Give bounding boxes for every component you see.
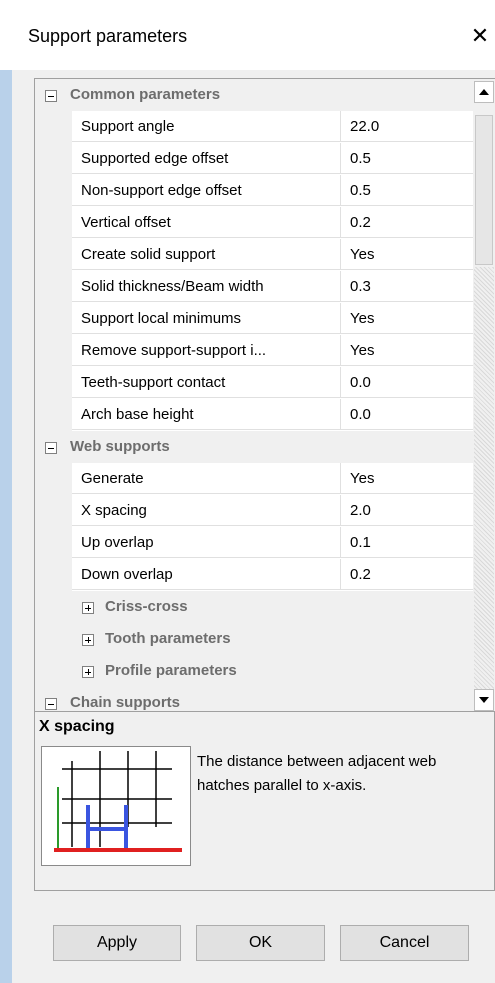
property-name: Arch base height: [72, 399, 340, 430]
vertical-scrollbar[interactable]: [473, 78, 495, 711]
property-row[interactable]: Vertical offset 0.2: [35, 207, 474, 239]
property-value[interactable]: Yes: [340, 239, 474, 270]
close-button[interactable]: ✕: [465, 18, 495, 54]
category-label: Chain supports: [70, 694, 181, 711]
property-name: Create solid support: [72, 239, 340, 270]
property-value[interactable]: 0.1: [340, 527, 474, 558]
window-title: Support parameters: [28, 26, 188, 46]
property-value[interactable]: 0.2: [340, 559, 474, 590]
dialog-frame: Common parameters Support angle 22.0 Sup…: [0, 70, 495, 983]
property-value[interactable]: 0.0: [340, 367, 474, 398]
row-gutter: [35, 463, 72, 495]
collapse-minus-icon[interactable]: [45, 90, 57, 102]
scroll-up-button[interactable]: [474, 81, 494, 103]
help-illustration: [41, 746, 191, 866]
property-name: Down overlap: [72, 559, 340, 590]
expand-plus-icon[interactable]: [82, 602, 94, 614]
help-description: The distance between adjacent web hatche…: [197, 753, 437, 794]
property-value[interactable]: 0.5: [340, 143, 474, 174]
property-name: Vertical offset: [72, 207, 340, 238]
property-name: Up overlap: [72, 527, 340, 558]
property-row[interactable]: Create solid support Yes: [35, 239, 474, 271]
scroll-down-button[interactable]: [474, 689, 494, 711]
property-name: Generate: [72, 463, 340, 494]
category-label: Common parameters: [70, 86, 221, 103]
property-value[interactable]: Yes: [340, 463, 474, 494]
property-value[interactable]: 22.0: [340, 111, 474, 142]
row-gutter: [35, 303, 72, 335]
scroll-thumb[interactable]: [475, 115, 493, 265]
row-gutter: [35, 527, 72, 559]
property-value[interactable]: 0.3: [340, 271, 474, 302]
apply-button[interactable]: Apply: [53, 925, 181, 961]
property-name: Support local minimums: [72, 303, 340, 334]
property-name: Remove support-support i...: [72, 335, 340, 366]
dialog-client: Common parameters Support angle 22.0 Sup…: [12, 70, 495, 983]
row-gutter: [35, 367, 72, 399]
subcategory-label: Tooth parameters: [105, 630, 231, 647]
subcategory-label: Profile parameters: [105, 662, 237, 679]
property-value[interactable]: 2.0: [340, 495, 474, 526]
property-row[interactable]: Non-support edge offset 0.5: [35, 175, 474, 207]
property-value[interactable]: Yes: [340, 335, 474, 366]
expand-plus-icon[interactable]: [82, 666, 94, 678]
title-bar: Support parameters ✕: [0, 0, 495, 70]
property-name: Solid thickness/Beam width: [72, 271, 340, 302]
category-common-parameters[interactable]: Common parameters: [35, 79, 474, 111]
property-row[interactable]: Up overlap 0.1: [35, 527, 474, 559]
property-value[interactable]: 0.5: [340, 175, 474, 206]
scroll-down-arrow-icon: [479, 697, 489, 703]
row-gutter: [35, 495, 72, 527]
property-row[interactable]: Teeth-support contact 0.0: [35, 367, 474, 399]
category-web-supports[interactable]: Web supports: [35, 431, 474, 463]
close-icon: ✕: [470, 23, 490, 48]
subcategory-profile-parameters[interactable]: Profile parameters: [35, 655, 474, 687]
row-gutter: [35, 271, 72, 303]
property-grid: Common parameters Support angle 22.0 Sup…: [34, 78, 474, 711]
property-name: X spacing: [72, 495, 340, 526]
subcategory-tooth-parameters[interactable]: Tooth parameters: [35, 623, 474, 655]
web-hatch-diagram-icon: [54, 751, 182, 852]
row-gutter: [35, 399, 72, 431]
help-panel: X spacing The distance between adjacent …: [34, 711, 495, 891]
scroll-up-arrow-icon: [479, 89, 489, 95]
row-gutter: [35, 111, 72, 143]
row-gutter: [35, 207, 72, 239]
property-name: Supported edge offset: [72, 143, 340, 174]
cancel-button[interactable]: Cancel: [340, 925, 469, 961]
property-row[interactable]: Remove support-support i... Yes: [35, 335, 474, 367]
property-value[interactable]: 0.2: [340, 207, 474, 238]
help-title: X spacing: [39, 718, 115, 735]
property-value[interactable]: Yes: [340, 303, 474, 334]
row-gutter: [35, 335, 72, 367]
property-row[interactable]: X spacing 2.0: [35, 495, 474, 527]
collapse-minus-icon[interactable]: [45, 442, 57, 454]
collapse-minus-icon[interactable]: [45, 698, 57, 710]
property-row[interactable]: Support local minimums Yes: [35, 303, 474, 335]
category-label: Web supports: [70, 438, 170, 455]
property-row[interactable]: Down overlap 0.2: [35, 559, 474, 591]
expand-plus-icon[interactable]: [82, 634, 94, 646]
scroll-track[interactable]: [474, 267, 494, 689]
property-row[interactable]: Supported edge offset 0.5: [35, 143, 474, 175]
subcategory-criss-cross[interactable]: Criss-cross: [35, 591, 474, 623]
row-gutter: [35, 175, 72, 207]
property-name: Teeth-support contact: [72, 367, 340, 398]
property-row[interactable]: Arch base height 0.0: [35, 399, 474, 431]
property-value[interactable]: 0.0: [340, 399, 474, 430]
ok-button[interactable]: OK: [196, 925, 325, 961]
row-gutter: [35, 559, 72, 591]
property-name: Support angle: [72, 111, 340, 142]
subcategory-label: Criss-cross: [105, 598, 188, 615]
row-gutter: [35, 239, 72, 271]
row-gutter: [35, 143, 72, 175]
property-row[interactable]: Generate Yes: [35, 463, 474, 495]
property-name: Non-support edge offset: [72, 175, 340, 206]
category-chain-supports[interactable]: Chain supports: [35, 687, 474, 711]
property-row[interactable]: Solid thickness/Beam width 0.3: [35, 271, 474, 303]
property-row[interactable]: Support angle 22.0: [35, 111, 474, 143]
